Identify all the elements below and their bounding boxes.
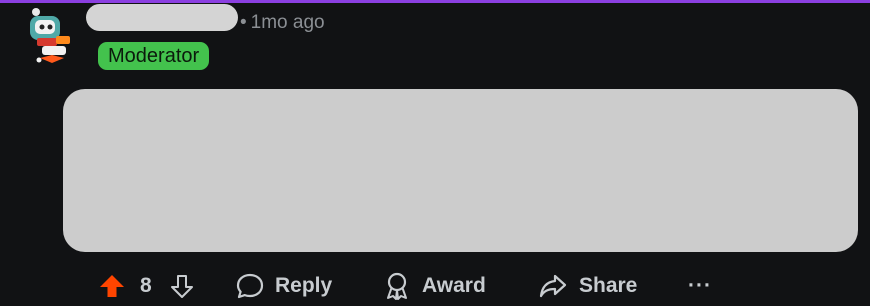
top-accent-bar (0, 0, 870, 3)
comment-timestamp: 1mo ago (250, 12, 325, 33)
award-ribbon-icon (387, 272, 407, 300)
moderator-badge: Moderator (98, 42, 210, 70)
upvote-arrow-icon (100, 275, 124, 297)
upvote-button[interactable] (98, 266, 126, 306)
speech-bubble-icon (236, 273, 264, 299)
reply-label: Reply (275, 274, 333, 297)
share-button[interactable]: Share (538, 266, 637, 306)
more-options-icon: ··· (688, 274, 712, 297)
avatar[interactable] (26, 6, 84, 66)
downvote-button[interactable] (168, 266, 196, 306)
more-options-button[interactable]: ··· (688, 266, 712, 306)
share-arrow-icon (539, 274, 567, 298)
comment-body-redacted (63, 89, 858, 252)
meta-separator: • (240, 12, 247, 33)
award-label: Award (422, 274, 486, 297)
award-button[interactable]: Award (383, 266, 486, 306)
reply-button[interactable]: Reply (235, 266, 332, 306)
share-label: Share (579, 274, 638, 297)
username-redacted[interactable] (86, 4, 238, 31)
comment-page: • 1mo ago Moderator 8 Reply Award Share … (0, 0, 870, 306)
vote-count: 8 (140, 274, 152, 297)
comment-actions: 8 Reply Award Share ··· (0, 266, 870, 306)
robot-avatar-icon (30, 8, 70, 63)
comment-meta: • 1mo ago (240, 12, 325, 34)
downvote-arrow-icon (171, 275, 193, 298)
